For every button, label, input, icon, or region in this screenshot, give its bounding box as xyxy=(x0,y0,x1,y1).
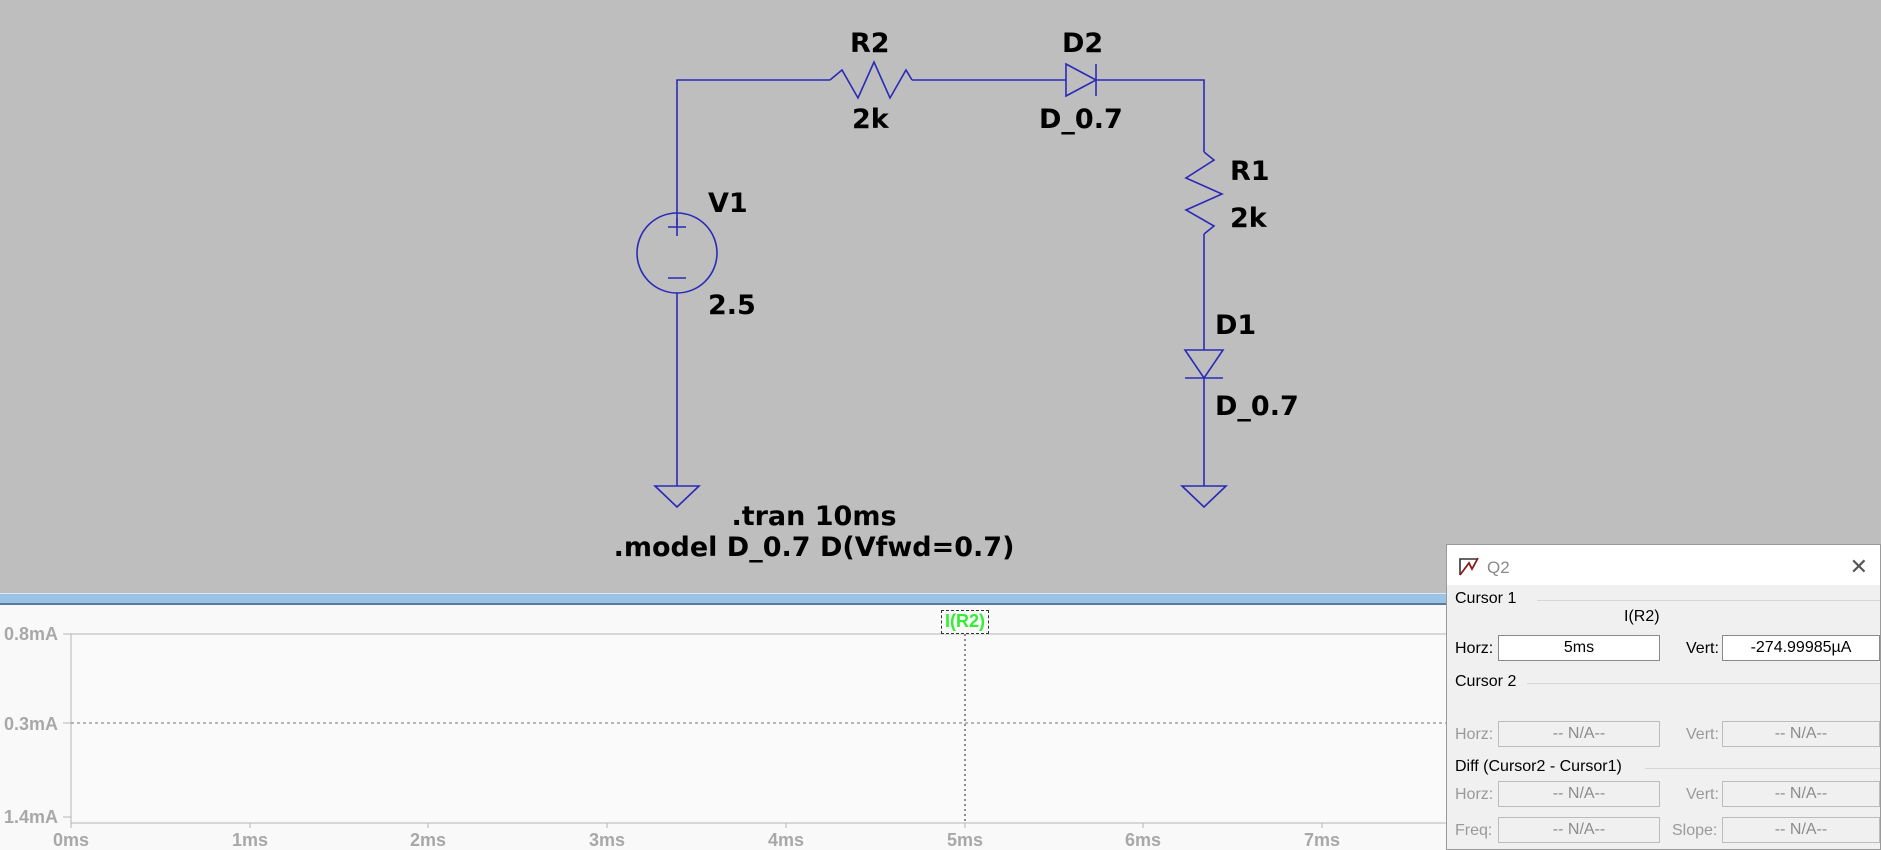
v1-name-label[interactable]: V1 xyxy=(708,190,748,217)
x-tick-label: 0ms xyxy=(52,830,90,850)
x-tick-label: 6ms xyxy=(1124,830,1162,850)
cursor2-horz-field[interactable]: -- N/A-- xyxy=(1498,721,1660,747)
r2-name-label[interactable]: R2 xyxy=(850,30,890,57)
r1-value-label[interactable]: 2k xyxy=(1230,205,1267,232)
y-tick-label: 0.3mA xyxy=(3,715,58,733)
d2-value-label[interactable]: D_0.7 xyxy=(1039,106,1123,133)
voltage-source-v1-symbol[interactable] xyxy=(636,212,718,294)
model-directive[interactable]: .model D_0.7 D(Vfwd=0.7) xyxy=(584,532,1044,563)
cursor1-horz-label: Horz: xyxy=(1455,640,1494,657)
diff-freq-label: Freq: xyxy=(1455,822,1493,839)
diode-d2-symbol[interactable] xyxy=(1065,62,1098,98)
y-tick-label: 1.4mA xyxy=(3,808,58,826)
tran-directive[interactable]: .tran 10ms xyxy=(584,501,1044,532)
resistor-r2-symbol[interactable] xyxy=(829,60,913,100)
diode-d1-symbol[interactable] xyxy=(1183,349,1225,380)
diff-horz-field[interactable]: -- N/A-- xyxy=(1498,781,1660,807)
diff-freq-field[interactable]: -- N/A-- xyxy=(1498,817,1660,843)
x-tick-label: 7ms xyxy=(1303,830,1341,850)
x-tick-label: 5ms xyxy=(946,830,984,850)
spice-directive-block[interactable]: .tran 10ms .model D_0.7 D(Vfwd=0.7) xyxy=(584,501,1044,563)
r2-value-label[interactable]: 2k xyxy=(852,106,889,133)
resistor-r1-symbol[interactable] xyxy=(1184,151,1224,235)
x-tick-label: 3ms xyxy=(588,830,626,850)
close-icon[interactable]: ✕ xyxy=(1850,554,1868,580)
trace-label-i-r2[interactable]: I(R2) xyxy=(941,610,989,634)
wire-top-left[interactable] xyxy=(676,79,830,225)
d1-name-label[interactable]: D1 xyxy=(1215,312,1256,339)
cursor2-vert-field[interactable]: -- N/A-- xyxy=(1722,721,1880,747)
cursor-window-title: Q2 xyxy=(1487,558,1510,577)
cursor2-horz-label: Horz: xyxy=(1455,726,1494,743)
diff-slope-field[interactable]: -- N/A-- xyxy=(1722,817,1880,843)
schematic-editor[interactable]: R2 2k D2 D_0.7 R1 2k D1 D_0.7 V1 2.5 .tr… xyxy=(0,0,1881,593)
cursor-window-titlebar[interactable]: Q2 ✕ xyxy=(1447,545,1880,585)
x-tick-label: 2ms xyxy=(409,830,447,850)
v1-value-label[interactable]: 2.5 xyxy=(708,292,756,319)
x-tick-label: 1ms xyxy=(231,830,269,850)
d2-name-label[interactable]: D2 xyxy=(1062,30,1103,57)
cursor1-trace-name: I(R2) xyxy=(1624,608,1660,625)
cursor1-vert-field[interactable]: -274.99985µA xyxy=(1722,635,1880,661)
x-tick-label: 4ms xyxy=(767,830,805,850)
cursor1-horz-field[interactable]: 5ms xyxy=(1498,635,1660,661)
diff-horz-label: Horz: xyxy=(1455,786,1494,803)
diff-vert-field[interactable]: -- N/A-- xyxy=(1722,781,1880,807)
diff-slope-label: Slope: xyxy=(1672,822,1718,839)
cursor-app-icon xyxy=(1459,557,1479,576)
cursor2-vert-label: Vert: xyxy=(1686,726,1719,743)
divider xyxy=(1537,600,1880,601)
divider xyxy=(1645,768,1880,769)
cursor1-vert-label: Vert: xyxy=(1686,640,1719,657)
d1-value-label[interactable]: D_0.7 xyxy=(1215,393,1299,420)
cursor1-group-label: Cursor 1 xyxy=(1455,590,1517,607)
diff-group-label: Diff (Cursor2 - Cursor1) xyxy=(1455,758,1622,775)
y-tick-label: 0.8mA xyxy=(3,625,58,643)
cursor-window[interactable]: Q2 ✕ Cursor 1 I(R2) Horz: 5ms Vert: -274… xyxy=(1446,544,1881,850)
r1-name-label[interactable]: R1 xyxy=(1230,158,1270,185)
divider xyxy=(1527,683,1880,684)
ground-right-symbol[interactable] xyxy=(1180,485,1228,509)
diff-vert-label: Vert: xyxy=(1686,786,1719,803)
cursor2-group-label: Cursor 2 xyxy=(1455,673,1517,690)
